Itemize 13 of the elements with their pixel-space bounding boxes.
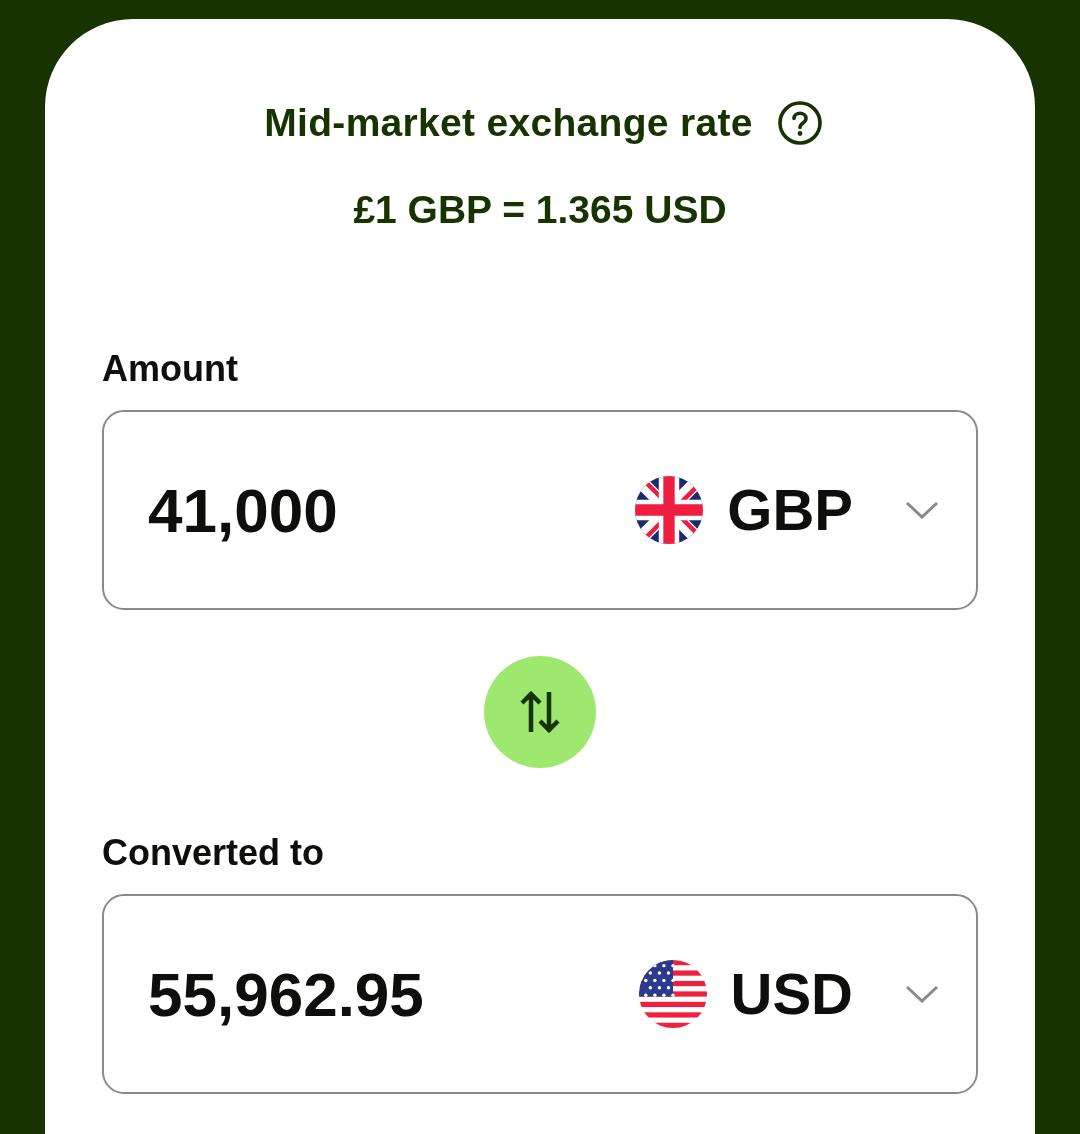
amount-input[interactable]: 55,962.95 <box>148 956 639 1032</box>
swap-arrows-icon <box>520 690 560 734</box>
currency-dropdown[interactable]: GBP <box>635 475 939 545</box>
field-label: Converted to <box>102 831 324 875</box>
us-flag-icon <box>638 960 707 1028</box>
field-label: Amount <box>102 347 238 391</box>
currency-dropdown[interactable]: USD <box>638 959 939 1029</box>
amount-input[interactable]: 41,000 <box>148 472 636 548</box>
rate-heading: Mid-market exchange rate <box>264 101 753 145</box>
chevron-down-icon <box>905 985 939 1003</box>
help-icon[interactable] <box>777 101 822 145</box>
chevron-down-icon <box>905 501 939 519</box>
exchange-rate: £1 GBP = 1.365 USD <box>352 188 728 232</box>
